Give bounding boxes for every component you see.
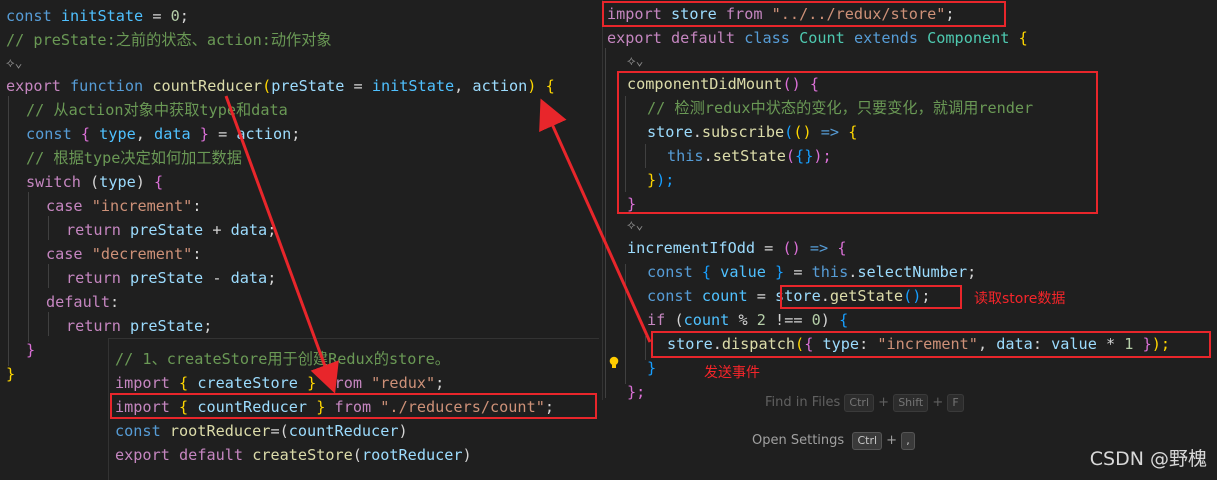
arrow-dispatch-to-action [539,98,652,343]
annotation-arrows [224,95,652,394]
watermark: CSDN @野槐 [1089,448,1207,470]
arrow-reducer-to-import [224,95,339,394]
